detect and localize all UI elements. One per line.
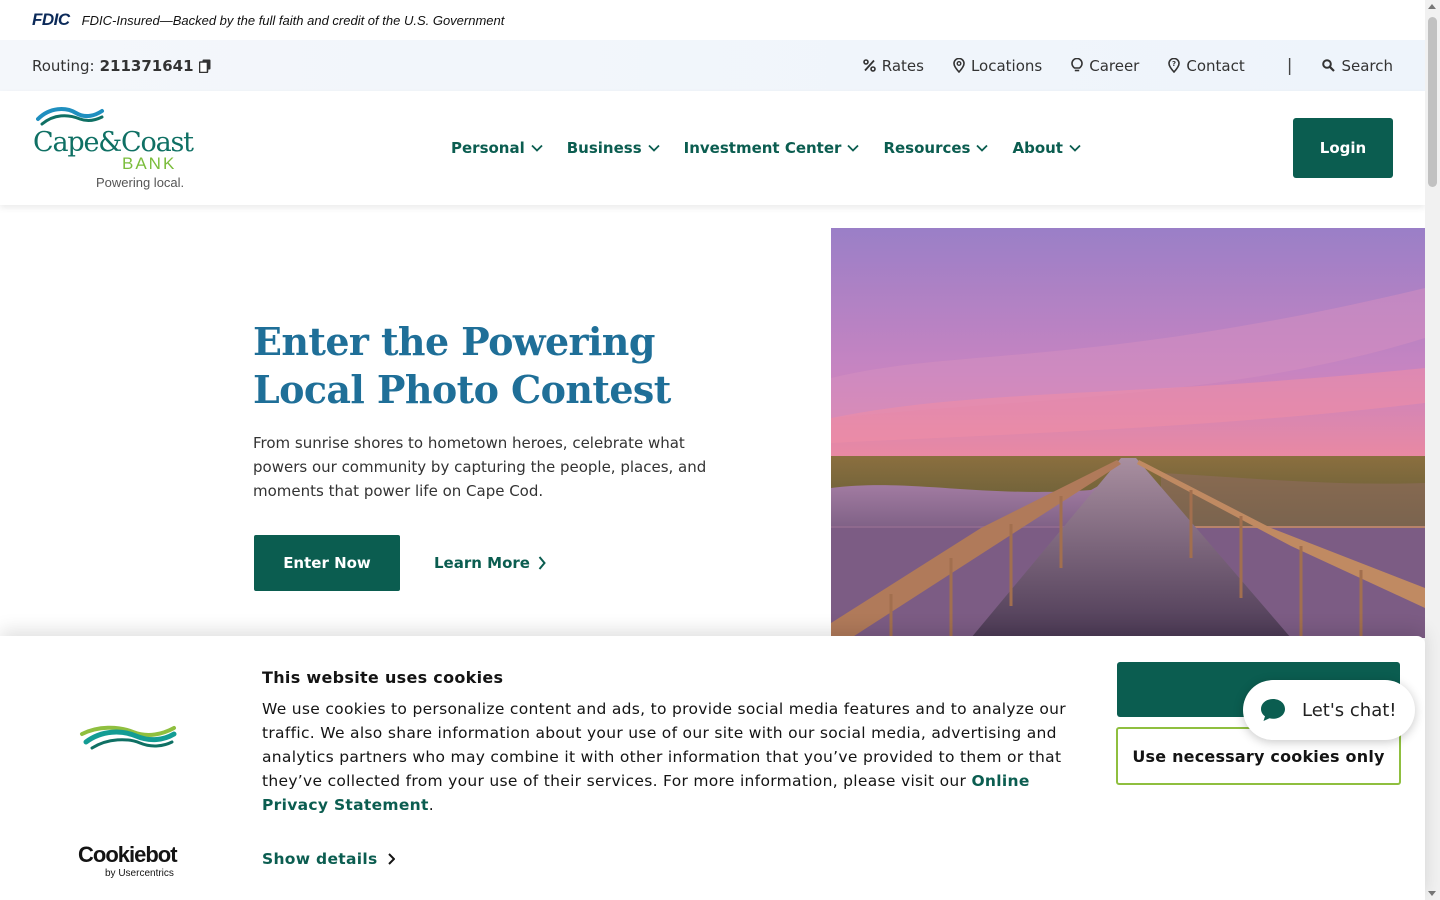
cookie-period: .: [428, 796, 434, 814]
career-link[interactable]: Career: [1071, 57, 1139, 75]
locations-link[interactable]: Locations: [953, 57, 1042, 75]
fdic-logo: FDIC: [32, 10, 70, 29]
routing-label: Routing:: [32, 56, 95, 75]
page-scrollbar[interactable]: [1425, 0, 1440, 900]
chevron-down-icon: [1069, 144, 1081, 152]
locations-label: Locations: [970, 56, 1043, 75]
lightbulb-icon: [1071, 58, 1084, 72]
percent-icon: [862, 59, 876, 72]
chevron-down-icon: [531, 144, 543, 152]
utility-separator: |: [1286, 55, 1293, 76]
nav-business-label: Business: [566, 139, 642, 157]
brand-tagline: Powering local.: [96, 175, 185, 190]
chevron-right-icon: [387, 853, 395, 865]
hero-description: From sunrise shores to hometown heroes, …: [253, 434, 707, 500]
scroll-thumb[interactable]: [1428, 17, 1437, 187]
rates-label: Rates: [881, 56, 924, 75]
search-link[interactable]: Search: [1322, 57, 1393, 75]
hero-image-boardwalk-sunset: [831, 228, 1425, 638]
copy-icon[interactable]: [198, 59, 212, 73]
career-label: Career: [1089, 56, 1140, 75]
search-label: Search: [1341, 56, 1393, 75]
cookiebot-logo[interactable]: Cookiebot by Usercentrics: [78, 842, 178, 880]
chevron-down-icon: [648, 144, 660, 152]
cookie-text: We use cookies to personalize content an…: [262, 697, 1072, 817]
login-button[interactable]: Login: [1293, 118, 1393, 178]
hero-title: Enter the Powering Local Photo Contest: [253, 319, 671, 412]
chat-label: Let's chat!: [1302, 699, 1397, 721]
contact-label: Contact: [1186, 56, 1245, 75]
cookie-banner: Cookiebot by Usercentrics This website u…: [0, 636, 1425, 900]
utility-links: Rates Locations Career ? Contact | Searc…: [834, 40, 1393, 91]
nav-personal[interactable]: Personal: [451, 139, 543, 157]
chevron-right-icon: [538, 556, 546, 570]
svg-text:?: ?: [1172, 60, 1176, 68]
show-details-label: Show details: [262, 850, 378, 868]
cookie-body-text: We use cookies to personalize content an…: [262, 700, 1066, 790]
rates-link[interactable]: Rates: [862, 56, 924, 75]
scroll-down-arrow[interactable]: [1428, 891, 1436, 896]
map-pin-icon: [953, 58, 965, 73]
nav-investment-center[interactable]: Investment Center: [684, 139, 860, 157]
nav-about-label: About: [1012, 139, 1063, 157]
chat-bubble-icon: [1261, 699, 1285, 721]
question-pin-icon: ?: [1168, 58, 1181, 73]
cookie-title: This website uses cookies: [262, 668, 504, 687]
main-header: Cape&Coast BANK Powering local. Personal…: [0, 91, 1425, 205]
nav-investment-label: Investment Center: [683, 139, 842, 157]
chevron-down-icon: [976, 144, 989, 152]
enter-now-button[interactable]: Enter Now: [254, 535, 400, 591]
show-details-toggle[interactable]: Show details: [262, 850, 395, 868]
brand-logo[interactable]: Cape&Coast BANK Powering local.: [32, 105, 202, 191]
routing-number: 211371641: [99, 56, 194, 75]
chat-widget[interactable]: Let's chat!: [1243, 680, 1415, 740]
nav-resources[interactable]: Resources: [883, 139, 989, 157]
wave-logo-icon: [80, 725, 177, 750]
cookiebot-name: Cookiebot: [78, 842, 178, 867]
learn-more-label: Learn More: [434, 554, 530, 572]
fdic-bar: FDIC FDIC-Insured—Backed by the full fai…: [0, 0, 1425, 40]
scroll-up-arrow[interactable]: [1428, 4, 1436, 9]
contact-link[interactable]: ? Contact: [1168, 56, 1245, 75]
utility-bar: Routing: 211371641 Rates Locations Caree…: [0, 40, 1425, 91]
fdic-notice: FDIC-Insured—Backed by the full faith an…: [81, 12, 505, 28]
nav-about[interactable]: About: [1012, 139, 1081, 157]
chevron-down-icon: [847, 144, 860, 152]
search-icon: [1322, 59, 1336, 72]
nav-personal-label: Personal: [451, 139, 525, 157]
cookiebot-sub: by Usercentrics: [105, 868, 174, 879]
main-nav: Personal Business Investment Center Reso…: [451, 91, 1105, 205]
routing-info: Routing: 211371641: [32, 40, 212, 91]
nav-business[interactable]: Business: [567, 139, 660, 157]
learn-more-link[interactable]: Learn More: [434, 535, 546, 591]
wave-logo-icon: [36, 107, 104, 126]
nav-resources-label: Resources: [883, 139, 971, 157]
brand-bank: BANK: [122, 154, 177, 173]
